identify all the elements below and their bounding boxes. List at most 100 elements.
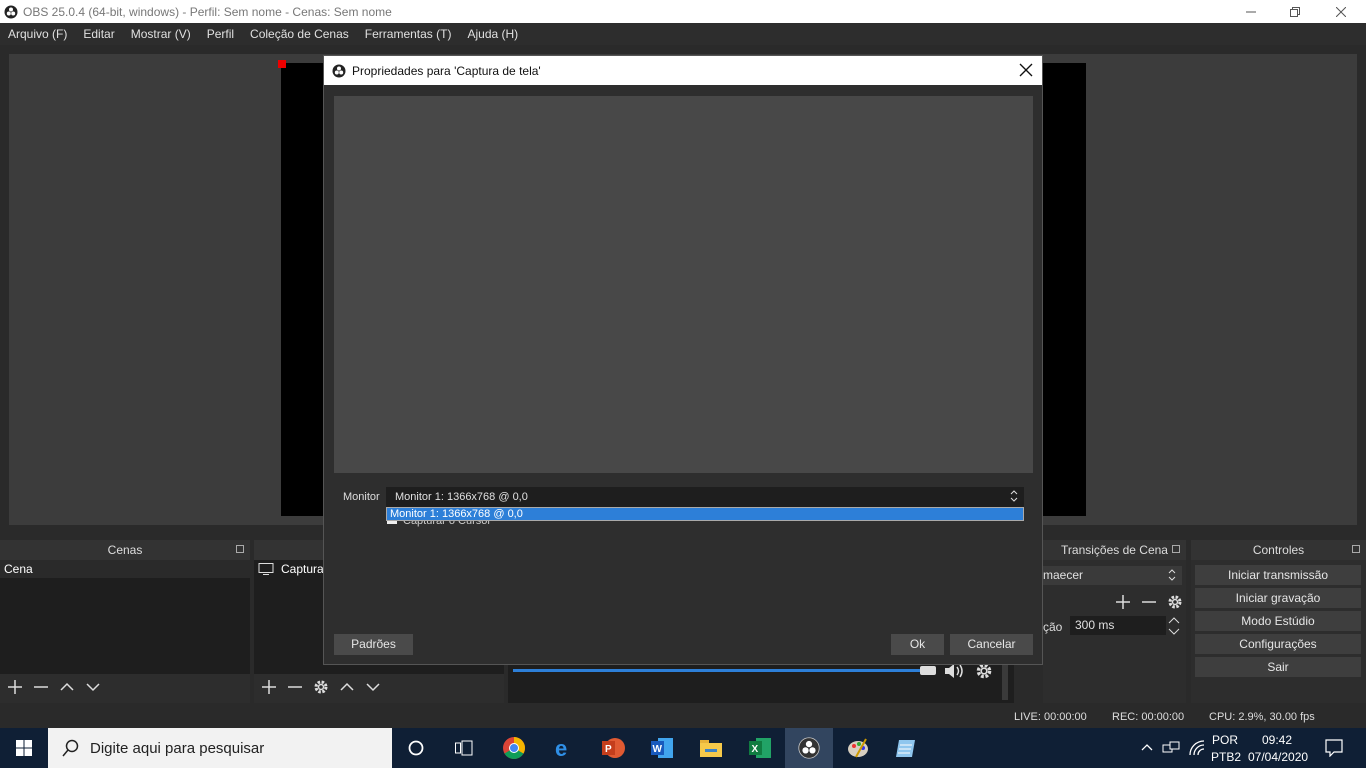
monitor-select[interactable]: Monitor 1: 1366x768 @ 0,0 <box>386 487 1024 507</box>
add-transition-button[interactable] <box>1110 591 1136 613</box>
defaults-button[interactable]: Padrões <box>334 634 413 655</box>
notifications-icon[interactable] <box>1325 739 1343 757</box>
cancel-button[interactable]: Cancelar <box>950 634 1033 655</box>
svg-text:P: P <box>605 744 612 755</box>
palette-icon <box>848 738 868 758</box>
remove-scene-button[interactable] <box>28 676 54 698</box>
menu-ajuda[interactable]: Ajuda (H) <box>467 27 518 41</box>
controls-dock-title: Controles <box>1191 540 1366 560</box>
svg-text:W: W <box>653 744 663 755</box>
search-icon <box>62 739 79 757</box>
mixer-scrollbar[interactable] <box>1002 660 1008 700</box>
sources-toolbar <box>256 676 386 698</box>
menu-ferramentas[interactable]: Ferramentas (T) <box>365 27 452 41</box>
language-indicator[interactable]: POR <box>1212 733 1238 747</box>
duration-input[interactable]: 300 ms <box>1070 616 1166 635</box>
updown-arrows-icon <box>1168 569 1176 581</box>
chrome-app[interactable] <box>490 728 538 768</box>
menu-arquivo[interactable]: Arquivo (F) <box>8 27 67 41</box>
menu-editar[interactable]: Editar <box>83 27 114 41</box>
chevron-down-icon <box>366 683 380 692</box>
audio-mixer-dock <box>508 660 1014 703</box>
remove-source-button[interactable] <box>282 676 308 698</box>
live-status: LIVE: 00:00:00 <box>1014 711 1087 723</box>
chevron-up-icon <box>60 682 74 691</box>
move-source-down-button[interactable] <box>360 676 386 698</box>
taskbar-search[interactable]: Digite aqui para pesquisar <box>48 728 392 768</box>
move-scene-up-button[interactable] <box>54 676 80 698</box>
monitor-select-value: Monitor 1: 1366x768 @ 0,0 <box>395 491 528 503</box>
cortana-button[interactable] <box>392 728 440 768</box>
settings-button[interactable]: Configurações <box>1195 634 1361 654</box>
menu-mostrar[interactable]: Mostrar (V) <box>131 27 191 41</box>
close-window-button[interactable] <box>1318 0 1364 23</box>
windows-logo-icon <box>16 740 32 756</box>
paint-app[interactable] <box>834 728 882 768</box>
show-hidden-icons[interactable] <box>1141 743 1153 751</box>
exit-button[interactable]: Sair <box>1195 657 1361 677</box>
close-icon <box>1336 6 1346 17</box>
move-source-up-button[interactable] <box>334 676 360 698</box>
scenes-toolbar <box>2 676 106 698</box>
scenes-list[interactable]: Cena <box>0 560 250 674</box>
obs-logo-icon <box>4 5 18 18</box>
clock-date[interactable]: 07/04/2020 <box>1248 750 1308 764</box>
file-explorer-app[interactable] <box>687 728 735 768</box>
start-button[interactable] <box>0 728 48 768</box>
minus-icon <box>288 686 302 688</box>
ok-button[interactable]: Ok <box>891 634 944 655</box>
remove-transition-button[interactable] <box>1136 591 1162 613</box>
dialog-preview <box>334 96 1033 473</box>
obs-app[interactable] <box>785 728 833 768</box>
powerpoint-app[interactable]: P <box>589 728 637 768</box>
float-dock-icon[interactable] <box>236 545 244 553</box>
start-recording-button[interactable]: Iniciar gravação <box>1195 588 1361 608</box>
search-placeholder: Digite aqui para pesquisar <box>90 739 265 757</box>
menu-colecao-cenas[interactable]: Coleção de Cenas <box>250 27 349 41</box>
restore-button[interactable] <box>1272 0 1318 23</box>
minus-icon <box>1142 601 1156 603</box>
edge-icon: e <box>555 737 567 759</box>
chevron-down-icon <box>86 683 100 692</box>
studio-mode-button[interactable]: Modo Estúdio <box>1195 611 1361 631</box>
task-view-button[interactable] <box>440 728 488 768</box>
restore-icon <box>1290 6 1300 17</box>
word-app[interactable]: W <box>638 728 686 768</box>
minus-icon <box>34 686 48 688</box>
duration-spinner-icon[interactable] <box>1168 616 1180 636</box>
plus-icon <box>1116 595 1130 609</box>
monitor-dropdown-option[interactable]: Monitor 1: 1366x768 @ 0,0 <box>386 507 1024 521</box>
clock-time[interactable]: 09:42 <box>1262 733 1292 747</box>
edge-app[interactable]: e <box>540 728 588 768</box>
volume-slider-handle[interactable] <box>920 666 936 675</box>
rec-status: REC: 00:00:00 <box>1112 711 1185 723</box>
transition-properties-button[interactable] <box>1162 591 1188 613</box>
network-icon[interactable] <box>1162 740 1180 756</box>
add-source-button[interactable] <box>256 676 282 698</box>
start-streaming-button[interactable]: Iniciar transmissão <box>1195 565 1361 585</box>
keyboard-layout[interactable]: PTB2 <box>1211 750 1241 764</box>
notepad-icon <box>896 740 915 757</box>
move-scene-down-button[interactable] <box>80 676 106 698</box>
controls-title-label: Controles <box>1252 543 1305 557</box>
status-bar: LIVE: 00:00:00 REC: 00:00:00 CPU: 2.9%, … <box>0 706 1366 728</box>
properties-dialog: Propriedades para 'Captura de tela' Moni… <box>323 55 1043 665</box>
add-scene-button[interactable] <box>2 676 28 698</box>
float-dock-icon[interactable] <box>1172 545 1180 553</box>
source-properties-button[interactable] <box>308 676 334 698</box>
scene-item[interactable]: Cena <box>0 560 250 578</box>
chevron-up-icon <box>340 682 354 691</box>
transitions-title-label: Transições de Cena <box>1061 543 1168 557</box>
wifi-icon[interactable] <box>1188 739 1206 757</box>
menu-bar: Arquivo (F) Editar Mostrar (V) Perfil Co… <box>0 23 1366 45</box>
volume-slider-track[interactable] <box>513 669 928 672</box>
menu-perfil[interactable]: Perfil <box>207 27 234 41</box>
excel-app[interactable]: X <box>736 728 784 768</box>
plus-icon <box>262 680 276 694</box>
transition-type-select[interactable]: maecer <box>1043 566 1182 585</box>
minimize-button[interactable] <box>1228 0 1274 23</box>
source-resize-handle[interactable] <box>278 60 286 68</box>
close-icon[interactable] <box>1018 62 1034 78</box>
notepad-app[interactable] <box>882 728 930 768</box>
float-dock-icon[interactable] <box>1352 545 1360 553</box>
